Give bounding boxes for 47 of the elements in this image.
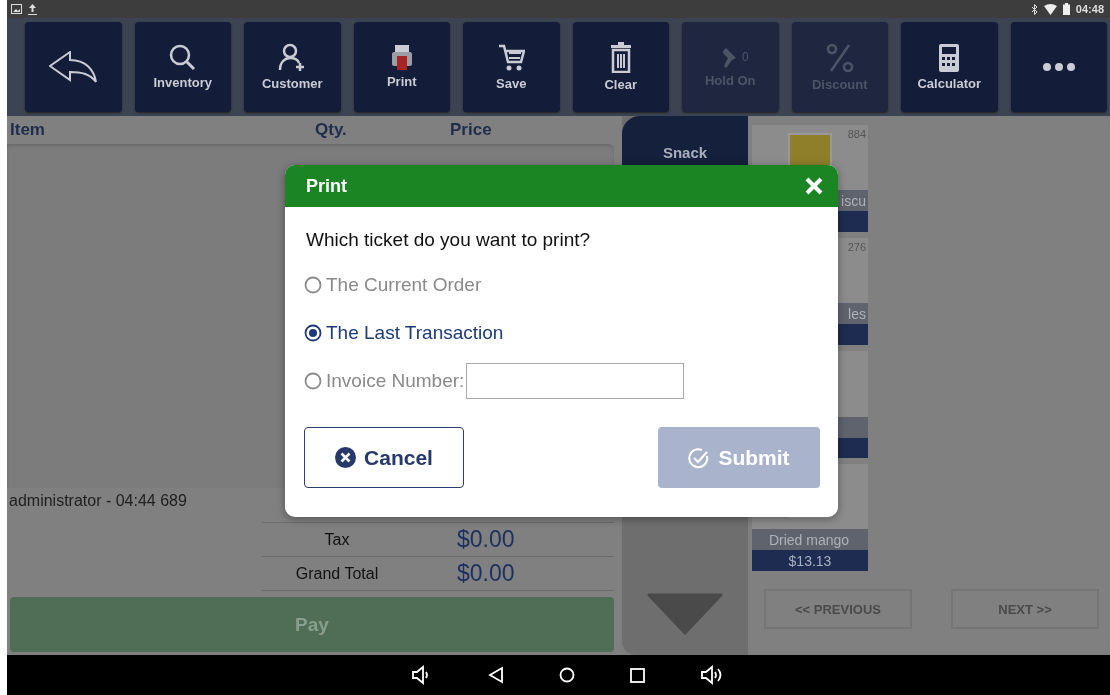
cancel-button[interactable]: Cancel (304, 427, 464, 488)
dialog-question: Which ticket do you want to print? (306, 229, 592, 251)
battery-icon (1062, 3, 1070, 15)
upload-icon (28, 3, 37, 15)
close-icon[interactable] (805, 177, 823, 195)
toolbar-button[interactable]: Print (353, 22, 450, 112)
more-icon (1042, 63, 1075, 71)
cart-icon (497, 43, 525, 72)
search-icon (169, 44, 197, 71)
percent-icon (825, 42, 854, 73)
column-header: Price (450, 120, 492, 140)
clock-time: 04:48 (1075, 3, 1104, 15)
product-name: Dried mango (752, 529, 868, 550)
bluetooth-icon (1030, 3, 1038, 15)
product-price: $13.13 (752, 550, 868, 571)
toolbar-button[interactable]: Inventory (134, 22, 231, 112)
column-header: Qty. (315, 120, 348, 140)
total-value: $0.00 (457, 560, 515, 587)
column-header: Item (10, 120, 46, 140)
home-icon[interactable] (559, 667, 575, 683)
back-icon[interactable] (488, 666, 504, 684)
toolbar-button[interactable]: Clear (572, 22, 669, 112)
option-label[interactable]: Invoice Number: (326, 370, 465, 392)
total-label: Grand Total (294, 564, 380, 583)
person-plus-icon (278, 43, 307, 72)
option-label[interactable]: The Last Transaction (326, 322, 504, 344)
total-label: Tax (323, 530, 351, 549)
toolbar-button[interactable]: Customer (244, 22, 341, 112)
trash-icon (610, 42, 631, 73)
toolbar-button[interactable]: Calculator (901, 22, 998, 112)
check-circle-icon (688, 446, 711, 469)
total-value: $0.00 (457, 526, 515, 553)
dialog-title: Print (306, 175, 348, 197)
toolbar-button[interactable]: Save (463, 22, 560, 112)
close-circle-icon (335, 447, 357, 468)
back-arrow-icon (49, 51, 98, 83)
printer-icon (391, 45, 412, 70)
toolbar-button[interactable] (25, 22, 122, 112)
image-notification-icon (11, 4, 22, 14)
recents-icon[interactable] (630, 667, 645, 683)
calculator-icon (939, 43, 960, 72)
wifi-icon (1043, 3, 1057, 15)
radio-button[interactable] (304, 372, 322, 390)
user-time-label: administrator - 04:44 689 (8, 491, 188, 511)
radio-button[interactable] (304, 324, 322, 342)
invoice-number-field[interactable] (466, 363, 685, 399)
radio-button[interactable] (304, 276, 322, 294)
